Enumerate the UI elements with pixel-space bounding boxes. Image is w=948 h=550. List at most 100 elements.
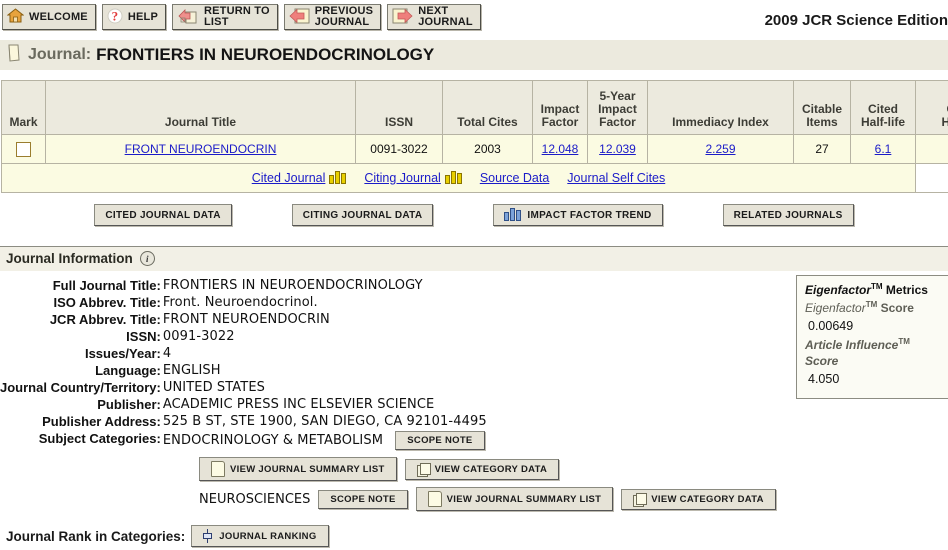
cited-half-life-link[interactable]: 6.1 [875, 142, 892, 156]
citing-journal-data-button[interactable]: CITING JOURNAL DATA [291, 204, 434, 226]
page-icon [427, 491, 442, 507]
page-icon [211, 461, 225, 477]
table-row: FRONT NEUROENDOCRIN 0091-3022 2003 12.04… [1, 134, 948, 164]
info-icon[interactable]: i [139, 251, 155, 266]
documents-stack-icon [416, 462, 431, 477]
eigenfactor-score-value: 0.00649 [808, 318, 854, 333]
eigenfactor-metrics-title-suffix: Metrics [885, 283, 928, 297]
five-year-impact-factor-link[interactable]: 12.039 [599, 142, 636, 156]
scope-note-button-1[interactable]: SCOPE NOTE [395, 431, 485, 450]
category-buttons-block: VIEW JOURNAL SUMMARY LIST VIEW CATEGORY … [0, 457, 948, 511]
action-button-row: CITED JOURNAL DATA CITING JOURNAL DATA I… [0, 204, 948, 226]
next-journal-button[interactable]: NEXT JOURNAL [387, 4, 481, 30]
value-journal-country: UNITED STATES [162, 380, 265, 395]
label-issues-year: Issues/Year: [84, 346, 161, 361]
value-issn: 0091-3022 [162, 329, 235, 344]
label-journal-country: Journal Country/Territory: [0, 380, 161, 395]
previous-journal-button-label: PREVIOUS JOURNAL [314, 5, 374, 28]
col-header-issn: ISSN [355, 80, 443, 135]
cell-citing-half-life: 8.2 [915, 134, 948, 164]
label-jcr-abbrev-title: JCR Abbrev. Title: [49, 312, 161, 327]
sublinks-cell: Cited Journal Citing Journal Source Data… [1, 163, 916, 193]
top-toolbar: WELCOME ? HELP RETURN TO LIST PREVIOUS J… [0, 0, 948, 36]
info-row-language: Language: ENGLISH [0, 362, 487, 379]
source-data-link[interactable]: Source Data [480, 171, 549, 185]
table-sublinks-row: Cited Journal Citing Journal Source Data… [1, 163, 948, 193]
edition-title: 2009 JCR Science Edition [764, 12, 948, 29]
home-icon [6, 7, 25, 27]
category-1-button-row: VIEW JOURNAL SUMMARY LIST VIEW CATEGORY … [199, 457, 948, 481]
question-mark-icon: ? [107, 8, 123, 27]
view-journal-summary-list-button-1[interactable]: VIEW JOURNAL SUMMARY LIST [199, 457, 397, 481]
table-header-row: Mark Journal Title ISSN Total Cites Impa… [1, 80, 948, 135]
previous-journal-button[interactable]: PREVIOUS JOURNAL [283, 4, 382, 30]
info-row-issn: ISSN: 0091-3022 [0, 328, 487, 345]
view-category-data-button-2-label: VIEW CATEGORY DATA [651, 493, 764, 505]
journal-title-bar: Journal: FRONTIERS IN NEUROENDOCRINOLOGY [0, 40, 948, 70]
view-category-data-button-1-label: VIEW CATEGORY DATA [434, 463, 548, 475]
scope-note-button-2-label: SCOPE NOTE [330, 493, 396, 505]
value-publisher: ACADEMIC PRESS INC ELSEVIER SCIENCE [162, 397, 435, 412]
eigenfactor-score-label: EigenfactorTM Score [805, 300, 948, 317]
impact-factor-link[interactable]: 12.048 [542, 142, 579, 156]
impact-factor-trend-button[interactable]: IMPACT FACTOR TREND [493, 204, 663, 226]
journal-label: Journal: [28, 46, 92, 63]
cell-5-year-impact-factor: 12.039 [587, 134, 648, 164]
mark-cell [1, 134, 46, 164]
journal-ranking-button[interactable]: JOURNAL RANKING [191, 525, 329, 547]
sublinks-empty-cell [915, 163, 948, 193]
immediacy-index-link[interactable]: 2.259 [705, 142, 735, 156]
col-header-cited-half-life: Cited Half-life [850, 80, 916, 135]
journal-title-link[interactable]: FRONT NEUROENDOCRIN [125, 142, 277, 156]
cited-journal-link-wrap[interactable]: Cited Journal [252, 171, 347, 185]
mark-checkbox[interactable] [16, 141, 31, 157]
label-publisher: Publisher: [97, 397, 161, 412]
scope-note-button-2[interactable]: SCOPE NOTE [318, 489, 408, 509]
value-iso-abbrev-title: Front. Neuroendocrinol. [162, 295, 318, 310]
journal-metrics-table: Mark Journal Title ISSN Total Cites Impa… [1, 80, 948, 193]
view-category-data-button-2[interactable]: VIEW CATEGORY DATA [621, 488, 776, 510]
col-header-total-cites: Total Cites [442, 80, 533, 135]
return-to-list-button[interactable]: RETURN TO LIST [171, 4, 278, 30]
related-journals-button[interactable]: RELATED JOURNALS [722, 204, 854, 226]
return-to-list-icon [177, 7, 199, 28]
cited-journal-data-button[interactable]: CITED JOURNAL DATA [94, 204, 232, 226]
cell-citable-items: 27 [793, 134, 851, 164]
journal-metrics-table-wrap: Mark Journal Title ISSN Total Cites Impa… [0, 80, 948, 193]
bar-chart-blue-icon [504, 208, 522, 221]
col-header-immediacy-index: Immediacy Index [647, 80, 794, 135]
view-journal-summary-list-button-2-label: VIEW JOURNAL SUMMARY LIST [446, 493, 602, 505]
col-header-citing-half-life: Citing Half-life [915, 80, 948, 135]
journal-self-cites-link[interactable]: Journal Self Cites [567, 171, 665, 185]
cited-journal-data-button-label: CITED JOURNAL DATA [105, 209, 221, 221]
journal-information-heading: Journal Information [6, 251, 133, 266]
citing-journal-link[interactable]: Citing Journal [364, 171, 440, 185]
col-header-impact-factor: Impact Factor [532, 80, 588, 135]
journal-book-icon [6, 44, 22, 67]
cell-issn: 0091-3022 [355, 134, 443, 164]
info-row-publisher: Publisher: ACADEMIC PRESS INC ELSEVIER S… [0, 396, 487, 413]
welcome-button[interactable]: WELCOME [2, 4, 96, 30]
welcome-button-label: WELCOME [29, 10, 88, 23]
help-button[interactable]: ? HELP [101, 4, 166, 30]
next-journal-button-label: NEXT JOURNAL [418, 5, 473, 28]
eigenfactor-metrics-title: EigenfactorTM Metrics [805, 282, 948, 299]
view-category-data-button-1[interactable]: VIEW CATEGORY DATA [404, 458, 560, 480]
view-journal-summary-list-button-1-label: VIEW JOURNAL SUMMARY LIST [230, 463, 385, 475]
col-header-mark: Mark [1, 80, 46, 135]
cited-journal-link[interactable]: Cited Journal [252, 171, 326, 185]
citing-journal-link-wrap[interactable]: Citing Journal [364, 171, 462, 185]
related-journals-button-label: RELATED JOURNALS [733, 209, 843, 221]
cell-impact-factor: 12.048 [532, 134, 588, 164]
value-subject-categories: ENDOCRINOLOGY & METABOLISM [162, 433, 384, 448]
article-influence-value: 4.050 [808, 371, 840, 386]
view-journal-summary-list-button-2[interactable]: VIEW JOURNAL SUMMARY LIST [415, 487, 614, 511]
eigenfactor-metrics-box: EigenfactorTM Metrics EigenfactorTM Scor… [796, 275, 948, 400]
info-row-full-title: Full Journal Title: FRONTIERS IN NEUROEN… [0, 277, 487, 294]
value-language: ENGLISH [162, 363, 221, 378]
eigenfactor-score-label-text: Eigenfactor [805, 300, 866, 315]
journal-rank-row: Journal Rank in Categories: JOURNAL RANK… [0, 525, 948, 547]
scope-note-button-1-label: SCOPE NOTE [407, 435, 473, 446]
citing-journal-data-button-label: CITING JOURNAL DATA [302, 209, 423, 221]
col-header-citable-items: Citable Items [793, 80, 851, 135]
